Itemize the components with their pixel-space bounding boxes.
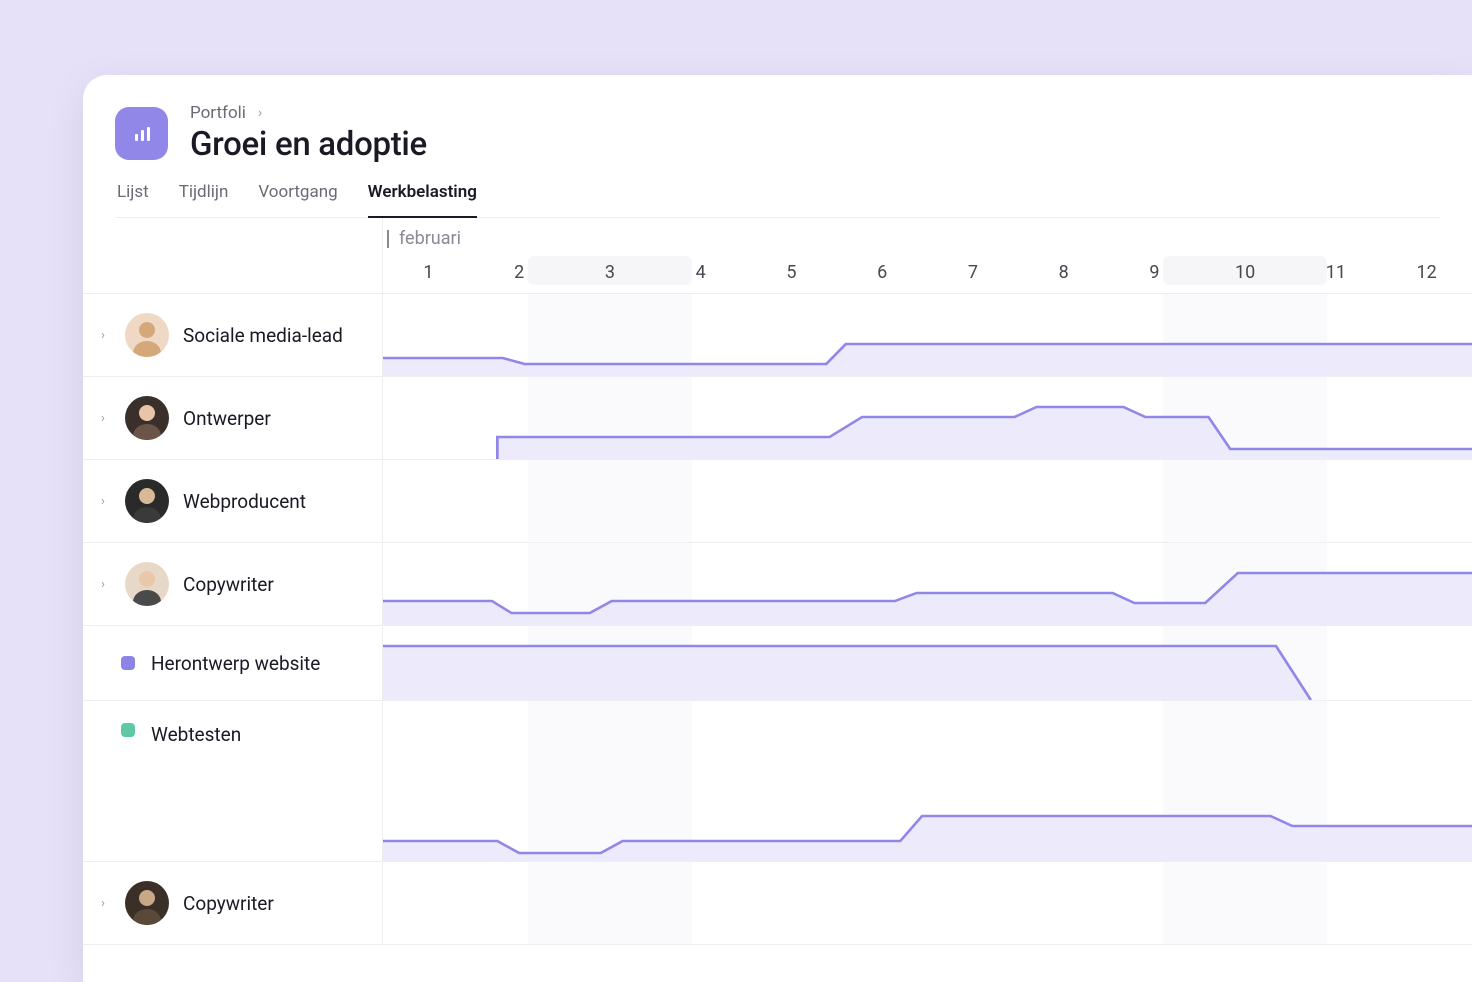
breadcrumb-label[interactable]: Portfoli [190, 103, 246, 123]
row-label: Copywriter [183, 892, 274, 915]
timeline-header: februari 1 2 3 4 5 6 7 8 9 10 11 12 [83, 218, 1472, 294]
weekend-col [528, 460, 691, 542]
row-left[interactable]: › Ontwerper [83, 377, 383, 459]
chevron-right-icon[interactable]: › [101, 411, 111, 426]
date-cell[interactable]: 1 [383, 262, 474, 283]
timeline-header-gutter [83, 218, 383, 293]
date-cell[interactable]: 4 [655, 262, 746, 283]
weekend-col [1163, 862, 1326, 944]
date-numbers: 1 2 3 4 5 6 7 8 9 10 11 12 [383, 262, 1472, 283]
date-cell[interactable]: 10 [1200, 262, 1291, 283]
tab-timeline[interactable]: Tijdlijn [179, 182, 229, 218]
workload-row: › Copywriter [83, 543, 1472, 626]
page-title: Groei en adoptie [190, 125, 427, 164]
avatar [125, 313, 169, 357]
month-marker-icon [387, 230, 389, 248]
date-cell[interactable]: 6 [837, 262, 928, 283]
row-left[interactable]: › Webproducent [83, 460, 383, 542]
row-chart [383, 701, 1472, 861]
row-chart [383, 862, 1472, 944]
portfolio-folder-icon[interactable] [115, 107, 168, 160]
month-label: februari [387, 228, 461, 249]
tab-list[interactable]: Lijst [117, 182, 149, 218]
tab-workload[interactable]: Werkbelasting [368, 182, 477, 218]
workload-chart [383, 626, 1472, 700]
header-top: Portfoli › Groei en adoptie [115, 103, 1440, 164]
chevron-right-icon[interactable]: › [101, 328, 111, 343]
bar-chart-icon [130, 122, 154, 146]
tab-progress[interactable]: Voortgang [258, 182, 337, 218]
weekend-col [1163, 460, 1326, 542]
rows-container: › Sociale media-lead › [83, 294, 1472, 945]
chevron-right-icon[interactable]: › [101, 577, 111, 592]
workload-row: › Ontwerper [83, 377, 1472, 460]
row-label: Ontwerper [183, 407, 271, 430]
date-cell[interactable]: 11 [1291, 262, 1382, 283]
row-left[interactable]: › Sociale media-lead [83, 294, 383, 376]
workload-chart [383, 294, 1472, 376]
avatar [125, 881, 169, 925]
date-cell[interactable]: 2 [474, 262, 565, 283]
workload-chart [383, 377, 1472, 459]
row-chart [383, 377, 1472, 459]
date-cell[interactable]: 3 [565, 262, 656, 283]
row-label: Webproducent [183, 490, 306, 513]
row-left[interactable]: › Copywriter [83, 862, 383, 944]
project-row: Herontwerp website [83, 626, 1472, 701]
row-label: Herontwerp website [151, 652, 320, 675]
row-left[interactable]: Webtesten [83, 701, 383, 861]
app-window: Portfoli › Groei en adoptie Lijst Tijdli… [83, 75, 1472, 982]
weekend-col [528, 862, 691, 944]
row-label: Copywriter [183, 573, 274, 596]
chevron-right-icon[interactable]: › [101, 494, 111, 509]
row-label: Webtesten [151, 723, 241, 746]
workload-row: › Sociale media-lead [83, 294, 1472, 377]
breadcrumb[interactable]: Portfoli › [190, 103, 427, 123]
row-chart [383, 460, 1472, 542]
project-color-dot [121, 656, 135, 670]
date-cell[interactable]: 5 [746, 262, 837, 283]
chevron-right-icon[interactable]: › [101, 896, 111, 911]
date-cell[interactable]: 12 [1381, 262, 1472, 283]
date-cell[interactable]: 7 [928, 262, 1019, 283]
month-text: februari [399, 228, 461, 249]
avatar [125, 479, 169, 523]
tabs: Lijst Tijdlijn Voortgang Werkbelasting [115, 182, 1440, 218]
row-label: Sociale media-lead [183, 324, 343, 347]
row-chart [383, 294, 1472, 376]
project-row: Webtesten [83, 701, 1472, 862]
header-text: Portfoli › Groei en adoptie [190, 103, 427, 164]
workload-chart [383, 543, 1472, 625]
workload-chart [383, 701, 1472, 861]
workload-row: › Webproducent [83, 460, 1472, 543]
chevron-right-icon: › [258, 105, 262, 121]
date-cell[interactable]: 8 [1018, 262, 1109, 283]
row-chart [383, 543, 1472, 625]
avatar [125, 396, 169, 440]
workload-row: › Copywriter [83, 862, 1472, 945]
date-cell[interactable]: 9 [1109, 262, 1200, 283]
timeline-dates: februari 1 2 3 4 5 6 7 8 9 10 11 12 [383, 218, 1472, 293]
row-left[interactable]: › Copywriter [83, 543, 383, 625]
row-chart [383, 626, 1472, 700]
header: Portfoli › Groei en adoptie Lijst Tijdli… [83, 75, 1472, 218]
row-left[interactable]: Herontwerp website [83, 626, 383, 700]
avatar [125, 562, 169, 606]
project-color-dot [121, 723, 135, 737]
